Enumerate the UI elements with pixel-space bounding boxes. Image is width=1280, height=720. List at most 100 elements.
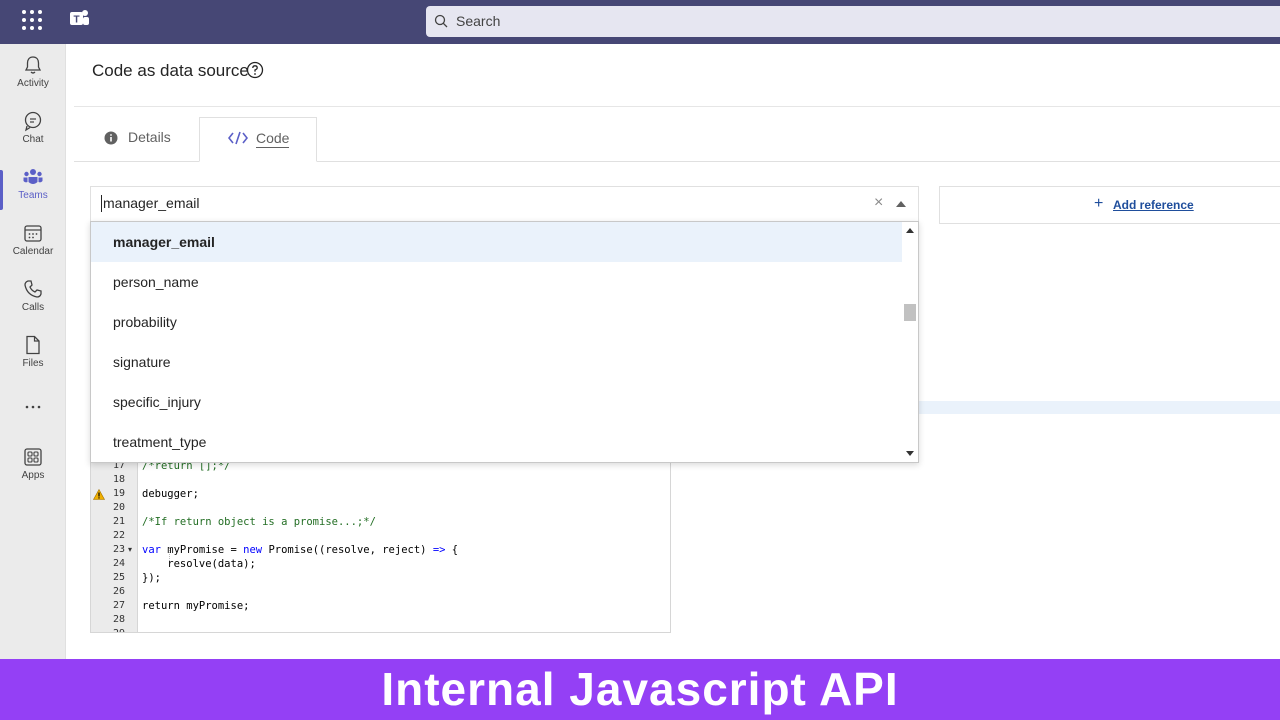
indent-guide bbox=[169, 547, 170, 561]
code-text: Promise((resolve, reject) bbox=[262, 544, 433, 556]
line-number: 25 bbox=[112, 572, 125, 583]
close-icon[interactable]: × bbox=[874, 194, 883, 212]
page-title: Code as data source bbox=[92, 61, 249, 80]
rail-label-apps: Apps bbox=[21, 470, 45, 481]
list-item[interactable]: signature bbox=[91, 342, 902, 382]
code-text: resolve(data); bbox=[142, 558, 256, 570]
chevron-up-icon[interactable] bbox=[896, 201, 906, 207]
rail-label-calls: Calls bbox=[21, 302, 45, 313]
code-line: debugger; bbox=[142, 488, 199, 500]
code-text: { bbox=[445, 544, 459, 556]
list-item[interactable]: specific_injury bbox=[91, 382, 902, 422]
top-bar: T Search bbox=[0, 0, 1280, 44]
code-editor[interactable]: 17 18 19 20 21 22 23 ▾ 24 25 26 27 28 29… bbox=[90, 454, 671, 633]
code-text: }); bbox=[142, 572, 161, 584]
code-text: return myPromise; bbox=[142, 600, 250, 612]
info-icon bbox=[104, 131, 118, 145]
line-number: 27 bbox=[112, 600, 125, 611]
rail-label-files: Files bbox=[22, 358, 44, 369]
rail-item-files[interactable]: Files bbox=[0, 334, 66, 386]
option-label: signature bbox=[113, 354, 171, 370]
code-keyword: new bbox=[243, 544, 263, 556]
search-input[interactable]: Search bbox=[426, 6, 1280, 37]
rail-label-teams: Teams bbox=[18, 190, 48, 201]
line-number: 23 bbox=[112, 544, 125, 555]
code-comment: /*If return object is a promise...;*/ bbox=[142, 516, 376, 528]
svg-text:T: T bbox=[73, 15, 79, 26]
line-number: 18 bbox=[112, 474, 125, 485]
line-number: 19 bbox=[112, 488, 125, 499]
code-line: var myPromise = new Promise((resolve, re… bbox=[142, 544, 458, 556]
line-number: 24 bbox=[112, 558, 125, 569]
code-text: debugger; bbox=[142, 488, 199, 500]
rail-item-teams[interactable]: Teams bbox=[0, 166, 66, 218]
more-icon[interactable] bbox=[0, 396, 66, 420]
option-label: manager_email bbox=[113, 234, 215, 250]
rail-label-chat: Chat bbox=[22, 134, 44, 145]
code-line: }); bbox=[142, 572, 161, 584]
field-combo-box[interactable]: manager_email × bbox=[90, 186, 919, 222]
scroll-up-icon[interactable] bbox=[906, 228, 914, 233]
phone-icon bbox=[24, 280, 42, 298]
code-keyword: => bbox=[432, 544, 446, 556]
line-number: 21 bbox=[112, 516, 125, 527]
highlight-band bbox=[919, 401, 1280, 414]
help-icon[interactable] bbox=[246, 61, 264, 84]
plus-icon: + bbox=[1094, 195, 1104, 212]
code-icon bbox=[228, 131, 248, 145]
line-number: 22 bbox=[112, 530, 125, 541]
caption-banner: Internal Javascript API bbox=[0, 659, 1280, 720]
list-item[interactable]: treatment_type bbox=[91, 422, 902, 462]
combo-dropdown-list: manager_email person_name probability si… bbox=[90, 221, 919, 463]
chat-icon bbox=[24, 111, 42, 132]
option-label: specific_injury bbox=[113, 394, 201, 410]
teams-icon bbox=[23, 169, 43, 184]
rail-item-apps[interactable]: Apps bbox=[0, 446, 66, 498]
dropdown-scrollbar[interactable] bbox=[902, 222, 918, 462]
file-icon bbox=[26, 335, 40, 355]
waffle-icon[interactable] bbox=[20, 8, 44, 32]
option-label: treatment_type bbox=[113, 434, 207, 450]
code-line: return myPromise; bbox=[142, 600, 249, 612]
tab-details-label: Details bbox=[128, 129, 171, 145]
rail-item-calls[interactable]: Calls bbox=[0, 278, 66, 330]
calendar-icon bbox=[24, 225, 42, 242]
option-label: probability bbox=[113, 314, 177, 330]
main-panel: Code as data source Details Code manager… bbox=[66, 44, 1280, 660]
title-divider bbox=[74, 106, 1280, 107]
rail-label-activity: Activity bbox=[17, 78, 49, 89]
tab-code-label: Code bbox=[256, 130, 290, 148]
line-number: 29 bbox=[91, 628, 125, 632]
option-label: person_name bbox=[113, 274, 199, 290]
combo-input[interactable]: manager_email bbox=[101, 195, 200, 212]
scrollbar-thumb[interactable] bbox=[904, 304, 916, 321]
rail-item-chat[interactable]: Chat bbox=[0, 110, 66, 162]
code-keyword: var bbox=[142, 544, 161, 556]
scroll-down-icon[interactable] bbox=[906, 451, 914, 456]
search-placeholder: Search bbox=[456, 13, 501, 29]
fold-arrow-icon[interactable]: ▾ bbox=[128, 545, 132, 554]
search-icon bbox=[434, 14, 448, 28]
code-line: resolve(data); bbox=[142, 558, 256, 570]
add-reference-label: Add reference bbox=[1113, 198, 1194, 212]
left-rail: Activity Chat Teams Calendar Calls Files… bbox=[0, 44, 66, 660]
apps-icon bbox=[24, 448, 42, 466]
code-text: myPromise = bbox=[160, 544, 244, 556]
editor-gutter: 17 18 19 20 21 22 23 ▾ 24 25 26 27 28 29 bbox=[91, 455, 138, 632]
rail-label-calendar: Calendar bbox=[12, 246, 54, 257]
banner-title: Internal Javascript API bbox=[381, 663, 899, 715]
tab-code[interactable]: Code bbox=[199, 117, 317, 162]
line-number: 26 bbox=[112, 586, 125, 597]
code-line: /*If return object is a promise...;*/ bbox=[142, 516, 376, 528]
line-number: 28 bbox=[112, 614, 125, 625]
rail-item-activity[interactable]: Activity bbox=[0, 54, 66, 106]
add-reference-button[interactable]: + Add reference bbox=[939, 186, 1280, 224]
list-item[interactable]: probability bbox=[91, 302, 902, 342]
line-number: 20 bbox=[112, 502, 125, 513]
bell-icon bbox=[24, 56, 42, 74]
teams-logo-icon: T bbox=[68, 8, 92, 32]
rail-item-calendar[interactable]: Calendar bbox=[0, 222, 66, 274]
list-item[interactable]: person_name bbox=[91, 262, 902, 302]
tab-strip: Details Code bbox=[74, 117, 1280, 162]
list-item[interactable]: manager_email bbox=[91, 222, 902, 262]
